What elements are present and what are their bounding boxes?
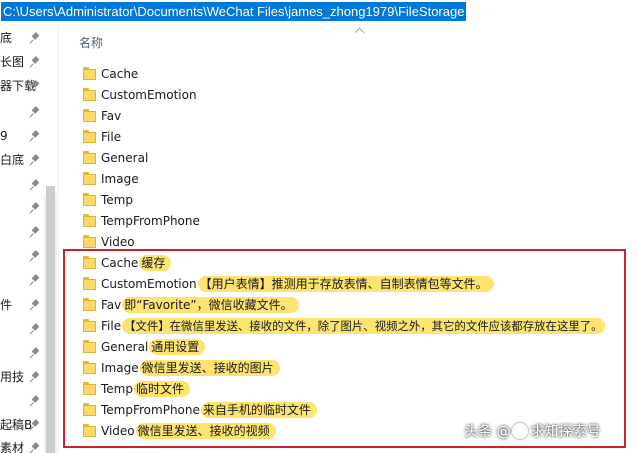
nav-item[interactable]: 白底 (0, 150, 58, 171)
nav-item-label: 用技 (0, 370, 25, 384)
pin-icon[interactable] (29, 130, 41, 143)
pin-icon[interactable] (29, 419, 41, 432)
folder-icon (83, 235, 96, 249)
pin-icon[interactable] (29, 56, 41, 69)
pin-icon[interactable] (29, 299, 41, 312)
watermark-at: @ (496, 424, 511, 440)
pin-icon[interactable] (29, 106, 41, 119)
pin-icon[interactable] (29, 323, 41, 336)
folder-icon (83, 151, 96, 165)
pin-icon[interactable] (29, 154, 41, 167)
folder-name: Image (101, 172, 139, 186)
callout-frame (63, 249, 626, 448)
nav-item-label: 起稿B (0, 418, 33, 432)
folder-icon (83, 193, 96, 207)
pin-icon[interactable] (29, 442, 41, 453)
nav-item-label: 素材 (0, 441, 25, 453)
folder-icon (83, 67, 96, 81)
folder-name: Temp (101, 193, 133, 207)
folder-name: Fav (101, 109, 122, 123)
nav-item[interactable]: 长图 (0, 52, 58, 73)
nav-item-label: 件 (0, 298, 13, 312)
folder-icon (83, 109, 96, 123)
nav-item[interactable]: 9 (0, 126, 58, 147)
nav-item-label: 白底 (0, 153, 25, 167)
pin-icon[interactable] (29, 274, 41, 287)
pin-icon[interactable] (29, 347, 41, 360)
nav-item-label: 底 (0, 31, 13, 45)
folder-name: Cache (101, 67, 139, 81)
folder-icon (83, 130, 96, 144)
nav-item[interactable]: 底 (0, 28, 58, 49)
pin-icon[interactable] (29, 80, 41, 93)
nav-scrollbar-thumb[interactable] (46, 186, 55, 453)
nav-item[interactable] (0, 102, 58, 123)
folder-icon (83, 172, 96, 186)
folder-name: Video (101, 235, 135, 249)
watermark-prefix: 头条 (464, 424, 492, 440)
navigation-pane: 底 长图 器下载 9 白底 件 用技 起稿B 素材 (0, 24, 58, 453)
column-header-name[interactable]: 名称 (79, 34, 103, 51)
pin-icon[interactable] (29, 179, 41, 192)
explore-logo-icon (512, 423, 529, 439)
folder-icon (83, 88, 96, 102)
pin-icon[interactable] (29, 32, 41, 45)
pin-icon[interactable] (29, 250, 41, 263)
address-path[interactable]: C:\Users\Administrator\Documents\WeChat … (1, 2, 467, 21)
nav-item-label: 9 (0, 129, 8, 143)
folder-name: TempFromPhone (101, 214, 200, 228)
folder-name: File (101, 130, 122, 144)
pin-icon[interactable] (29, 226, 41, 239)
watermark: 头条 @ 求知探索号 (464, 421, 600, 441)
folder-name: General (101, 151, 149, 165)
folder-name: CustomEmotion (101, 88, 197, 102)
pin-icon[interactable] (29, 395, 41, 408)
pin-icon[interactable] (29, 202, 41, 215)
pin-icon[interactable] (29, 371, 41, 384)
folder-icon (83, 214, 96, 228)
address-bar[interactable]: C:\Users\Administrator\Documents\WeChat … (0, 0, 637, 24)
nav-item-label: 长图 (0, 55, 25, 69)
sort-up-icon (355, 27, 365, 35)
nav-item[interactable]: 器下载 (0, 76, 58, 97)
watermark-handle: 求知探索号 (530, 424, 601, 440)
